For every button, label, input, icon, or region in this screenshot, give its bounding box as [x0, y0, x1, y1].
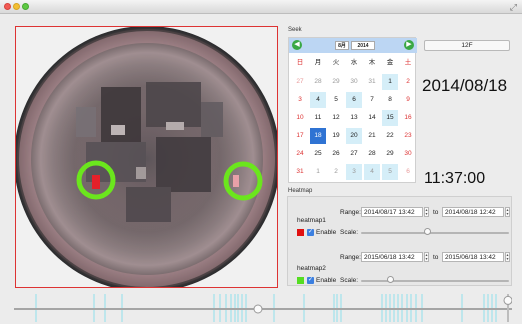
- calendar-day[interactable]: 30: [346, 74, 362, 90]
- weekday-header: 水: [350, 59, 358, 66]
- calendar-day[interactable]: 19: [328, 128, 344, 144]
- heatmap1-from-field[interactable]: 2014/08/17 13:42: [361, 207, 423, 217]
- calendar-day[interactable]: 5: [382, 164, 398, 180]
- heatmap1-scale-label: Scale:: [340, 229, 359, 236]
- timeline-playhead: [253, 304, 263, 314]
- heatmap2-color-swatch[interactable]: [297, 277, 304, 284]
- heatmap2-enable-checkbox[interactable]: ✓: [307, 277, 314, 284]
- calendar-day[interactable]: 18: [310, 128, 326, 144]
- year-select[interactable]: 2014: [351, 41, 375, 50]
- heatmap2-to-label: to: [433, 254, 439, 261]
- calendar-day[interactable]: 25: [310, 146, 326, 162]
- calendar-day[interactable]: 26: [328, 146, 344, 162]
- calendar-day[interactable]: 11: [310, 110, 326, 126]
- heatmap2-from-stepper[interactable]: ▴ ▾: [424, 252, 429, 262]
- fisheye-video-view[interactable]: [15, 26, 278, 288]
- heatmap1-enable-label: Enable: [316, 229, 337, 236]
- calendar-day[interactable]: 3: [292, 92, 308, 108]
- heatmap2-from-field[interactable]: 2015/06/18 13:42: [361, 252, 423, 262]
- calendar-day[interactable]: 6: [346, 92, 362, 108]
- calendar: ◀ 8月 2014 ▶ 日月火水木金土 27 28 29 30 31 1 2 3 4 5 6 7 8 9 10…: [288, 37, 417, 183]
- volume-handle: [503, 295, 513, 305]
- heatmap1-to-label: to: [433, 209, 439, 216]
- calendar-day[interactable]: 22: [382, 128, 398, 144]
- seek-label: Seek: [288, 27, 302, 33]
- weekday-header: 金: [386, 59, 394, 66]
- calendar-day[interactable]: 29: [328, 74, 344, 90]
- calendar-day[interactable]: 4: [310, 92, 326, 108]
- calendar-day[interactable]: 9: [400, 92, 416, 108]
- calendar-day[interactable]: 10: [292, 110, 308, 126]
- current-time: 11:37:00: [424, 170, 486, 187]
- calendar-day[interactable]: 16: [400, 110, 416, 126]
- heatmap1-enable-checkbox[interactable]: ✓: [307, 229, 314, 236]
- calendar-day[interactable]: 14: [364, 110, 380, 126]
- heatmap-label: Heatmap: [288, 188, 313, 194]
- calendar-day[interactable]: 28: [310, 74, 326, 90]
- calendar-day[interactable]: 20: [346, 128, 362, 144]
- calendar-day[interactable]: 15: [382, 110, 398, 126]
- calendar-day[interactable]: 6: [400, 164, 416, 180]
- resize-icon[interactable]: ⤢: [510, 2, 517, 13]
- weekday-header: 火: [332, 59, 340, 66]
- calendar-day[interactable]: 2: [328, 164, 344, 180]
- calendar-day[interactable]: 12: [328, 110, 344, 126]
- heatmap2-scale-label: Scale:: [340, 277, 359, 284]
- arrow-left-icon[interactable]: ◀: [292, 40, 302, 50]
- weekday-header: 月: [314, 59, 322, 66]
- heatmap2-enable-label: Enable: [316, 277, 337, 284]
- current-date: 2014/08/18: [422, 76, 508, 95]
- weekday-header: 木: [368, 59, 376, 66]
- calendar-day[interactable]: 21: [364, 128, 380, 144]
- calendar-day[interactable]: 1: [310, 164, 326, 180]
- heatmap2-to-stepper[interactable]: ▴ ▾: [505, 252, 510, 262]
- heatmap1-to-stepper[interactable]: ▴ ▾: [505, 207, 510, 217]
- calendar-day[interactable]: 7: [364, 92, 380, 108]
- calendar-day[interactable]: 17: [292, 128, 308, 144]
- minimize-button[interactable]: [13, 3, 20, 10]
- calendar-day[interactable]: 8: [382, 92, 398, 108]
- calendar-day[interactable]: 29: [382, 146, 398, 162]
- heatmap2-name: heatmap2: [297, 265, 326, 272]
- calendar-day[interactable]: 31: [364, 74, 380, 90]
- heatmap1-from-stepper[interactable]: ▴ ▾: [424, 207, 429, 217]
- weekday-header: 日: [296, 59, 304, 66]
- heatmap2-scale-slider[interactable]: [361, 280, 509, 282]
- calendar-day[interactable]: 3: [346, 164, 362, 180]
- heatmap1-color-swatch[interactable]: [297, 229, 304, 236]
- arrow-right-icon[interactable]: ▶: [404, 40, 414, 50]
- heatmap1-to-field[interactable]: 2014/08/18 12:42: [442, 207, 504, 217]
- calendar-day[interactable]: 5: [328, 92, 344, 108]
- close-button[interactable]: [4, 3, 11, 10]
- heatmap1-name: heatmap1: [297, 217, 326, 224]
- calendar-day[interactable]: 13: [346, 110, 362, 126]
- heatmap2-to-field[interactable]: 2015/06/18 13:42: [442, 252, 504, 262]
- weekday-header: 土: [404, 59, 412, 66]
- heatmap1-scale-slider[interactable]: [361, 232, 509, 234]
- calendar-day[interactable]: 27: [346, 146, 362, 162]
- calendar-day[interactable]: 4: [364, 164, 380, 180]
- heatmap1-range-label: Range:: [340, 209, 361, 216]
- calendar-day[interactable]: 2: [400, 74, 416, 90]
- calendar-day[interactable]: 27: [292, 74, 308, 90]
- title-bar: ⤢: [0, 0, 522, 14]
- calendar-day[interactable]: 30: [400, 146, 416, 162]
- heatmap-panel: heatmap1 Range: 2014/08/17 13:42 ▴ ▾ to 2…: [287, 196, 512, 286]
- zoom-button[interactable]: [22, 3, 29, 10]
- timeline[interactable]: [14, 292, 513, 324]
- calendar-day[interactable]: 31: [292, 164, 308, 180]
- calendar-day[interactable]: 1: [382, 74, 398, 90]
- floor-button[interactable]: 12F: [424, 40, 510, 51]
- calendar-day[interactable]: 24: [292, 146, 308, 162]
- month-select[interactable]: 8月: [335, 41, 349, 50]
- calendar-day[interactable]: 23: [400, 128, 416, 144]
- calendar-day[interactable]: 28: [364, 146, 380, 162]
- heatmap2-range-label: Range:: [340, 254, 361, 261]
- calendar-nav: ◀ 8月 2014 ▶: [289, 38, 417, 53]
